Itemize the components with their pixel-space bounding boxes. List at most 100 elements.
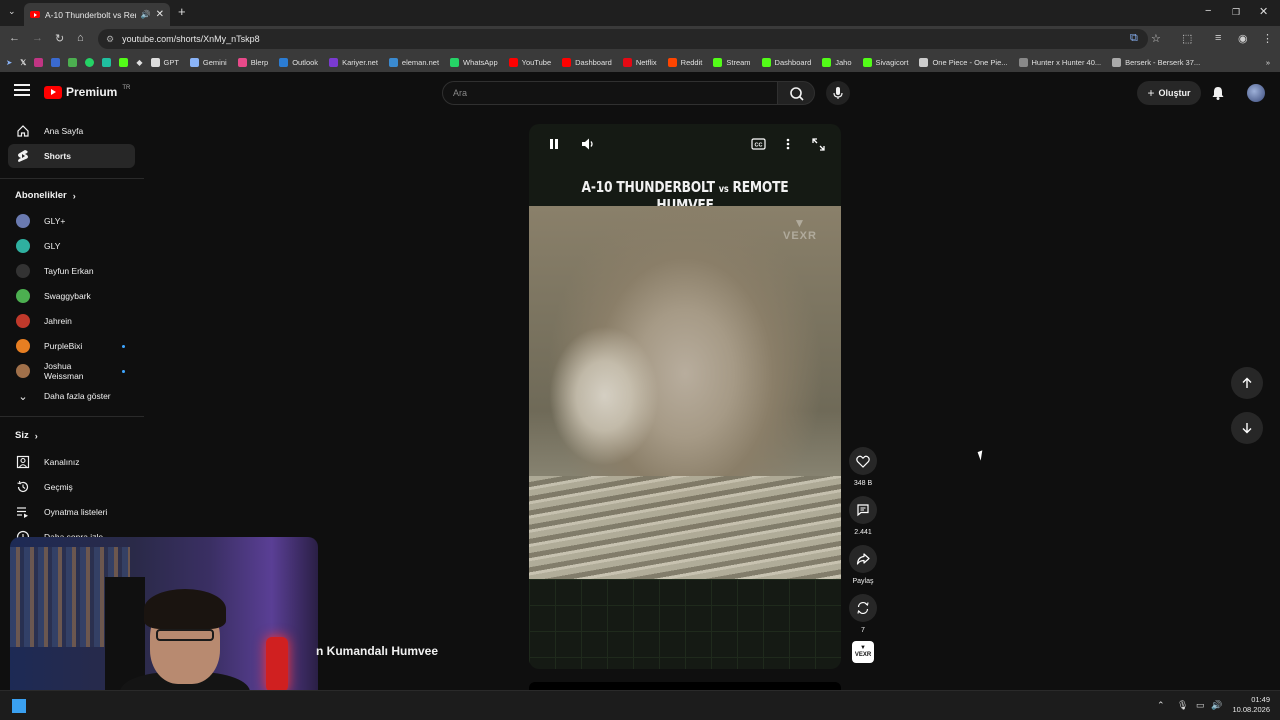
site-info-icon[interactable]: ⚙: [106, 34, 114, 45]
profile-icon[interactable]: ◉: [1238, 32, 1248, 45]
close-tab-icon[interactable]: ✕: [156, 9, 164, 20]
captions-button[interactable]: CC: [748, 134, 768, 154]
sidebar-item-home[interactable]: Ana Sayfa: [8, 119, 135, 143]
close-window-icon[interactable]: ✕: [1259, 5, 1268, 18]
back-icon[interactable]: ←: [9, 32, 20, 44]
sidebar-item-subscription[interactable]: GLY: [8, 234, 135, 258]
bookmark-item[interactable]: Kariyer.net: [329, 57, 378, 67]
extensions-icon[interactable]: ⬚: [1182, 32, 1192, 45]
sidebar-item-your-channel[interactable]: Kanalınız: [8, 450, 135, 474]
channel-avatar[interactable]: ▼ VEXR: [852, 641, 874, 663]
bookmark-label: GPT: [163, 57, 179, 67]
tray-network-icon[interactable]: ▭: [1196, 700, 1205, 711]
bookmark-item[interactable]: Gemini: [189, 57, 227, 67]
more-bookmarks-icon[interactable]: »: [1266, 58, 1270, 67]
bookmark-item[interactable]: Sivagicort: [862, 57, 908, 67]
subscriptions-heading[interactable]: Abonelikler ›: [15, 190, 76, 201]
like-button[interactable]: 348 B: [849, 447, 877, 487]
bookmark-item[interactable]: Hunter x Hunter 40...: [1018, 57, 1101, 67]
browser-menu-icon[interactable]: ⋮: [1262, 32, 1273, 45]
bookmark-item[interactable]: YouTube: [508, 57, 551, 67]
bookmark-teal-icon[interactable]: [102, 57, 112, 67]
channel-avatar-icon: [16, 314, 30, 328]
you-heading[interactable]: Siz ›: [15, 430, 38, 441]
volume-button[interactable]: [578, 134, 598, 154]
sidebar-item-subscription[interactable]: Jahrein: [8, 309, 135, 333]
bookmark-diamond-icon[interactable]: ◆: [136, 58, 142, 67]
forward-icon[interactable]: →: [32, 32, 43, 44]
x-icon[interactable]: 𝕏: [20, 58, 26, 67]
bookmark-item[interactable]: Outlook: [279, 57, 318, 67]
tab-search-icon[interactable]: ≡: [1215, 32, 1221, 44]
bookmark-label: WhatsApp: [463, 57, 498, 67]
bookmark-r-icon[interactable]: [51, 57, 61, 67]
bookmark-item[interactable]: Stream: [713, 57, 751, 67]
account-avatar[interactable]: [1247, 84, 1265, 102]
bookmark-green-icon[interactable]: [85, 57, 95, 67]
previous-short-button[interactable]: [1231, 367, 1263, 399]
search-button[interactable]: [777, 81, 815, 105]
bookmark-item[interactable]: Netflix: [622, 57, 657, 67]
more-options-button[interactable]: [778, 134, 798, 154]
shorts-player[interactable]: CC A-10 THUNDERBOLT vs REMOTE HUMVEE ▼ V…: [529, 124, 841, 669]
instagram-icon[interactable]: [34, 57, 44, 67]
show-more-button[interactable]: ⌄ Daha fazla göster: [8, 384, 135, 408]
bookmark-item[interactable]: Reddit: [667, 57, 702, 67]
minimize-icon[interactable]: −: [1205, 5, 1211, 17]
comments-button[interactable]: 2.441: [849, 496, 877, 536]
bookmark-item[interactable]: Dashboard: [562, 57, 612, 67]
bookmark-item[interactable]: Blerp: [237, 57, 268, 67]
reload-icon[interactable]: ↻: [55, 32, 64, 45]
bookmark-item[interactable]: One Piece - One Pie...: [919, 57, 1008, 67]
system-clock[interactable]: 01:49 10.08.2026: [1232, 695, 1270, 715]
audio-icon[interactable]: 🔊: [141, 10, 151, 19]
fullscreen-button[interactable]: [808, 134, 828, 154]
search-input[interactable]: Ara: [442, 81, 778, 105]
tab-list-icon[interactable]: ⌄: [8, 6, 16, 17]
install-app-icon[interactable]: ⧉: [1130, 32, 1138, 45]
voice-search-button[interactable]: [826, 81, 850, 105]
bookmark-item[interactable]: Jaho: [822, 57, 852, 67]
remix-button[interactable]: 7: [849, 594, 877, 634]
apps-icon[interactable]: ➤: [6, 58, 12, 67]
sidebar-item-label: Geçmiş: [44, 482, 73, 492]
arrow-down-icon: [1242, 423, 1252, 434]
bookmark-item[interactable]: Berserk - Berserk 37...: [1112, 57, 1200, 67]
windows-start-icon[interactable]: [12, 699, 26, 713]
bookmark-leaf-icon[interactable]: [68, 57, 78, 67]
bookmark-star-icon[interactable]: ☆: [1151, 32, 1161, 45]
tray-microphone-icon[interactable]: 🎙: [1177, 700, 1188, 711]
bookmark-item[interactable]: eleman.net: [388, 57, 439, 67]
new-tab-icon[interactable]: +: [178, 4, 186, 19]
sidebar-item-playlists[interactable]: Oynatma listeleri: [8, 500, 135, 524]
guide-menu-button[interactable]: [14, 84, 30, 98]
bookmark-item[interactable]: GPT: [150, 57, 179, 67]
pause-button[interactable]: [544, 134, 564, 154]
bookmark-favicon-icon: [329, 57, 339, 67]
tray-chevron-up-icon[interactable]: ⌃: [1157, 700, 1165, 711]
share-button[interactable]: Paylaş: [849, 545, 877, 585]
next-short-preview[interactable]: [529, 682, 841, 690]
bookmark-item[interactable]: Dashboard: [761, 57, 811, 67]
tray-volume-icon[interactable]: 🔊: [1211, 700, 1222, 711]
new-content-dot: [122, 369, 125, 373]
maximize-icon[interactable]: ❐: [1232, 7, 1240, 18]
sidebar-item-subscription[interactable]: PurpleBixi: [8, 334, 135, 358]
sidebar-item-shorts[interactable]: Shorts: [8, 144, 135, 168]
bookmark-item[interactable]: WhatsApp: [450, 57, 498, 67]
bookmark-kick-icon[interactable]: [119, 57, 129, 67]
create-button[interactable]: + Oluştur: [1137, 81, 1201, 105]
youtube-premium-logo[interactable]: Premium TR: [44, 85, 130, 99]
sidebar-item-subscription[interactable]: Swaggybark: [8, 284, 135, 308]
home-browser-icon[interactable]: ⌂: [77, 32, 84, 44]
sidebar-item-subscription[interactable]: Joshua Weissman: [8, 359, 135, 383]
next-short-button[interactable]: [1231, 412, 1263, 444]
short-caption-title[interactable]: n Kumandalı Humvee: [316, 644, 438, 658]
url-field[interactable]: ⚙ youtube.com/shorts/XnMy_nTskp8: [98, 29, 1148, 49]
sidebar-item-history[interactable]: Geçmiş: [8, 475, 135, 499]
sidebar-item-subscription[interactable]: GLY+: [8, 209, 135, 233]
bookmark-favicon-icon: [862, 57, 872, 67]
browser-tab-active[interactable]: A-10 Thunderbolt vs Remote 🔊 ✕: [24, 3, 170, 26]
notifications-bell-icon[interactable]: [1210, 85, 1226, 101]
sidebar-item-subscription[interactable]: Tayfun Erkan: [8, 259, 135, 283]
